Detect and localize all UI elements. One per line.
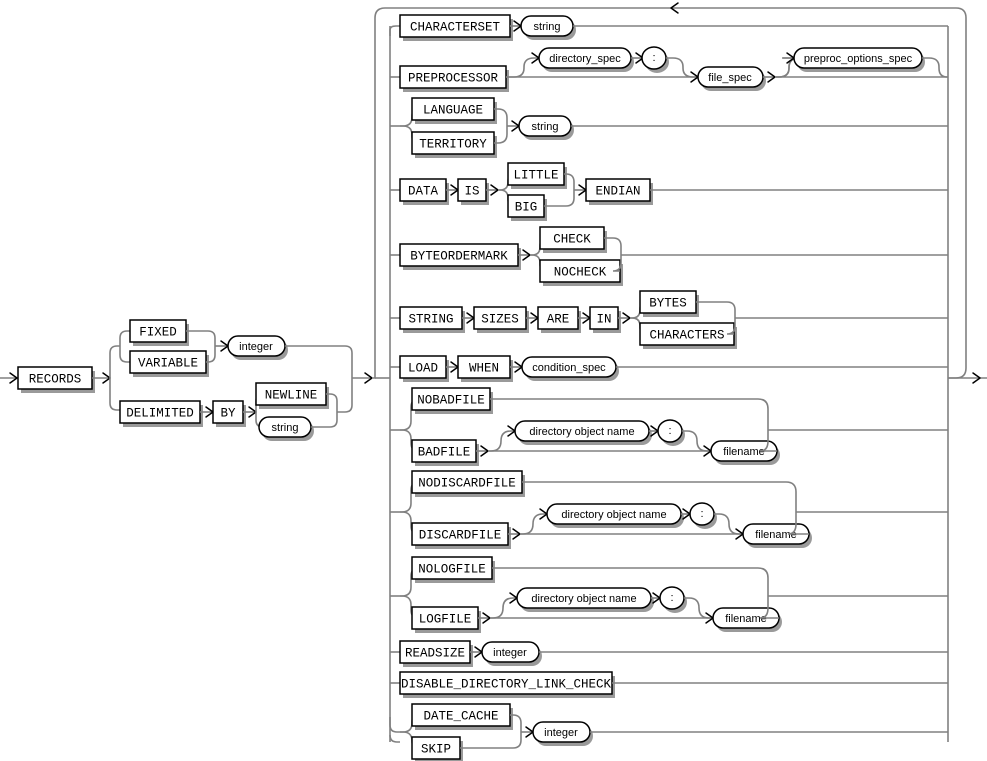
disable-link-check-label: DISABLE_DIRECTORY_LINK_CHECK (401, 677, 612, 691)
records-label: RECORDS (29, 372, 82, 386)
syntax-diagram-canvas: RECORDS FIXED VARIABLE integer DELIMITED… (0, 0, 987, 761)
colon1-label: : (652, 52, 655, 64)
is-label: IS (464, 184, 479, 198)
row-load-when: LOAD WHEN condition_spec (390, 355, 948, 382)
fixed-label: FIXED (139, 325, 177, 339)
badfile-label: BADFILE (418, 445, 471, 459)
nologfile-label: NOLOGFILE (418, 562, 486, 576)
filename-dis-label: filename (755, 529, 797, 541)
row-data-endian: DATA IS LITTLE BIG ENDIAN (390, 162, 948, 221)
characters-label: CHARACTERS (649, 328, 724, 342)
check-label: CHECK (553, 232, 591, 246)
row-characterset: CHARACTERSET string (389, 14, 948, 41)
language-label: LANGUAGE (423, 103, 483, 117)
discardfile-label: DISCARDFILE (419, 528, 502, 542)
row-disable-link-check: DISABLE_DIRECTORY_LINK_CHECK (390, 671, 948, 698)
directory-spec-label: directory_spec (549, 53, 621, 65)
preproc-options-spec-label: preproc_options_spec (804, 53, 913, 65)
file-spec-label: file_spec (708, 72, 752, 84)
row-badfile: NOBADFILE BADFILE directory object name … (390, 387, 948, 466)
row-preprocessor: PREPROCESSOR directory_spec : file_spec … (390, 46, 948, 92)
nodiscardfile-label: NODISCARDFILE (418, 476, 516, 490)
colon-bad-label: : (668, 425, 671, 437)
colon-dis-label: : (700, 508, 703, 520)
dir-obj-log-label: directory object name (531, 593, 636, 605)
characterset-label: CHARACTERSET (410, 20, 501, 34)
row-discardfile: NODISCARDFILE DISCARDFILE directory obje… (390, 470, 948, 549)
records-format-choice-group: FIXED VARIABLE integer DELIMITED BY NEWL… (109, 319, 373, 441)
endian-label: ENDIAN (595, 184, 640, 198)
row-logfile: NOLOGFILE LOGFILE directory object name … (390, 556, 948, 633)
dir-obj-bad-label: directory object name (529, 426, 634, 438)
byteordermark-label: BYTEORDERMARK (410, 249, 508, 263)
filename-log-label: filename (725, 613, 767, 625)
dir-obj-dis-label: directory object name (561, 509, 666, 521)
load-label: LOAD (408, 361, 438, 375)
filename-bad-label: filename (723, 446, 765, 458)
are-label: ARE (547, 312, 570, 326)
data-label: DATA (408, 184, 439, 198)
in-label: IN (596, 312, 611, 326)
newline-label: NEWLINE (265, 388, 318, 402)
string-kw-label: STRING (408, 312, 453, 326)
territory-label: TERRITORY (419, 137, 487, 151)
delim-string-label: string (272, 422, 299, 434)
record-format-info-diagram: RECORDS FIXED VARIABLE integer DELIMITED… (0, 2, 987, 761)
logfile-label: LOGFILE (419, 612, 472, 626)
row-language-territory: LANGUAGE TERRITORY string (390, 97, 948, 158)
delimited-label: DELIMITED (126, 406, 194, 420)
preprocessor-label: PREPROCESSOR (408, 71, 499, 85)
skip-label: SKIP (421, 742, 451, 756)
records-entry-group: RECORDS (0, 366, 111, 393)
variable-label: VARIABLE (138, 356, 198, 370)
row-byteordermark: BYTEORDERMARK CHECK NOCHECK (390, 226, 948, 286)
language-string-label: string (532, 121, 559, 133)
date-cache-integer-label: integer (544, 727, 578, 739)
bytes-label: BYTES (649, 296, 687, 310)
big-label: BIG (515, 200, 538, 214)
row-string-sizes: STRING SIZES ARE IN BYTES CHARACTERS (390, 290, 948, 349)
condition-spec-label: condition_spec (532, 362, 606, 374)
date-cache-label: DATE_CACHE (423, 709, 498, 723)
nocheck-label: NOCHECK (554, 265, 607, 279)
readsize-label: READSIZE (405, 646, 465, 660)
integer1-label: integer (239, 341, 273, 353)
by-label: BY (220, 406, 236, 420)
readsize-integer-label: integer (493, 647, 527, 659)
characterset-string-label: string (534, 21, 561, 33)
row-readsize: READSIZE integer (390, 640, 948, 667)
little-label: LITTLE (513, 168, 558, 182)
colon-log-label: : (670, 592, 673, 604)
when-label: WHEN (469, 361, 499, 375)
sizes-label: SIZES (481, 312, 519, 326)
row-date-cache-skip: DATE_CACHE SKIP integer (389, 703, 948, 761)
nobadfile-label: NOBADFILE (417, 393, 485, 407)
